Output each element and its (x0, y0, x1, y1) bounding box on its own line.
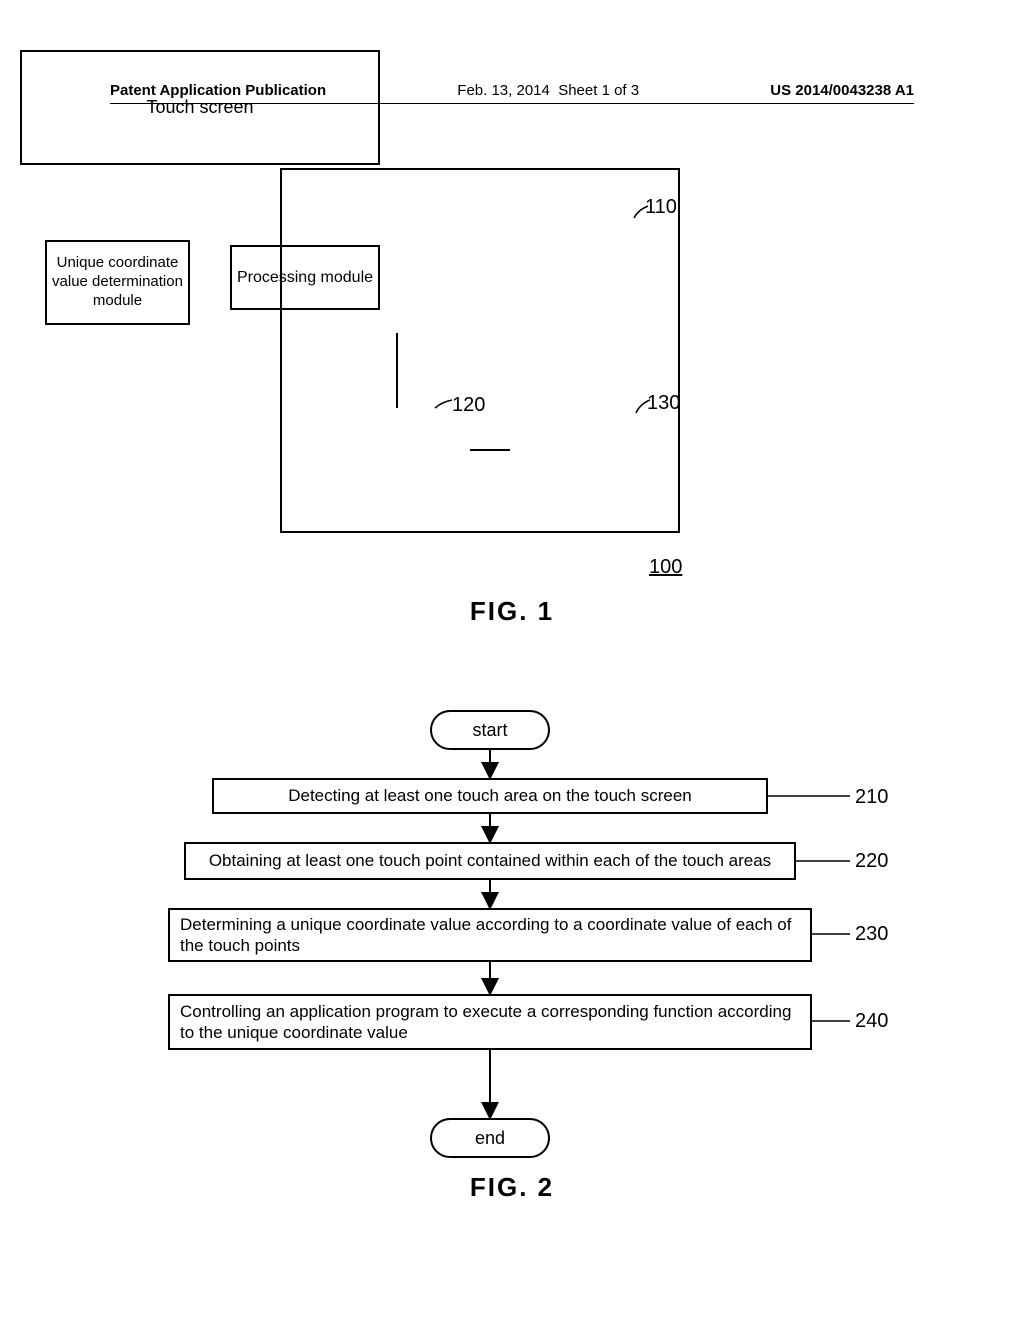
touch-screen-block: Touch screen (20, 50, 380, 165)
ref-120: 120 (452, 394, 485, 417)
flow-end: end (430, 1118, 550, 1158)
flow-step-230: Determining a unique coordinate value ac… (168, 908, 812, 962)
ref-100: 100 (649, 556, 682, 579)
ref-230: 230 (855, 923, 888, 946)
flow-step-220: Obtaining at least one touch point conta… (184, 842, 796, 880)
coord-module-block: Unique coordinate value determination mo… (45, 240, 190, 325)
flow-step-240: Controlling an application program to ex… (168, 994, 812, 1050)
fig1-device-outline (280, 168, 680, 533)
ref-130: 130 (647, 392, 680, 415)
ref-220: 220 (855, 850, 888, 873)
ref-110: 110 (645, 196, 677, 219)
flow-start: start (430, 710, 550, 750)
flow-step-210: Detecting at least one touch area on the… (212, 778, 768, 814)
header-pubno: US 2014/0043238 A1 (770, 82, 914, 99)
proc-module-block: Processing module (230, 245, 380, 310)
header-date: Feb. 13, 2014 Sheet 1 of 3 (457, 82, 639, 99)
fig2-caption: FIG. 2 (0, 1172, 1024, 1203)
ref-240: 240 (855, 1010, 888, 1033)
fig1-caption: FIG. 1 (0, 596, 1024, 627)
ref-210: 210 (855, 786, 888, 809)
